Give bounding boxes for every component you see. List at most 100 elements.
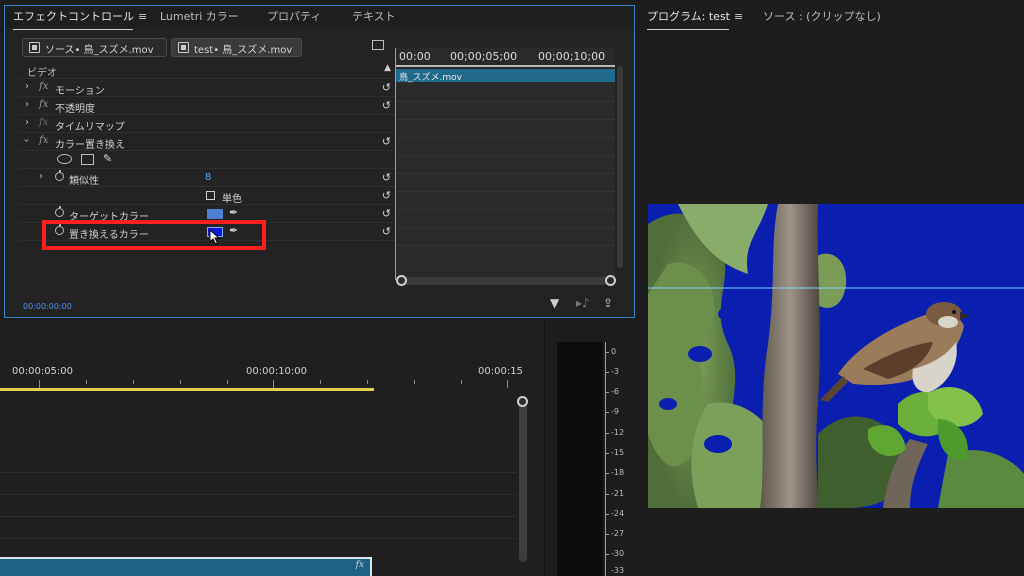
reset-icon[interactable]: ↺	[382, 207, 391, 220]
ruler-tick	[133, 380, 134, 384]
property-similarity: › 類似性 8 ↺	[19, 170, 395, 187]
fx-icon[interactable]: fx	[39, 117, 48, 128]
track-divider	[395, 227, 615, 228]
meter-tick	[605, 453, 609, 454]
mouse-cursor-icon	[209, 229, 221, 245]
meter-label: -9	[611, 407, 619, 416]
rectangle-mask-icon[interactable]	[81, 154, 94, 165]
seq-ruler-label-5: 00:00:05:00	[12, 366, 74, 377]
meter-label: -21	[611, 489, 625, 498]
program-video-frame[interactable]	[648, 204, 1024, 508]
source-clip-tab-label: ソース• 鳥_スズメ.mov	[45, 45, 154, 56]
horizontal-zoom-scrollbar[interactable]	[396, 275, 616, 286]
track-divider	[395, 245, 615, 246]
fx-icon[interactable]: fx	[39, 81, 48, 92]
effect-row-change-color[interactable]: › fx カラー置き換え ↺	[19, 134, 395, 151]
chevron-down-icon[interactable]: ›	[21, 139, 32, 143]
meter-label: -6	[611, 387, 619, 396]
reset-icon[interactable]: ↺	[382, 81, 391, 94]
effect-change-color-label: カラー置き換え	[55, 140, 125, 151]
toggle-timeline-icon[interactable]	[372, 40, 384, 50]
meter-label: -33	[611, 566, 625, 575]
tab-program-monitor[interactable]: プログラム: test ≡	[647, 8, 743, 30]
scroll-handle-top[interactable]	[517, 396, 528, 407]
tab-source-monitor[interactable]: ソース : (クリップなし)	[763, 8, 881, 24]
reset-icon[interactable]: ↺	[382, 135, 391, 148]
chevron-right-icon[interactable]: ›	[25, 99, 29, 110]
timecode-display[interactable]: 00:00:00:00	[23, 302, 72, 311]
ruler-tick	[414, 380, 415, 384]
sequence-clip-icon	[178, 42, 189, 53]
filter-icon[interactable]: ▼	[550, 296, 559, 310]
scroll-handle-left[interactable]	[396, 275, 407, 286]
tab-properties[interactable]: プロパティ	[267, 8, 321, 24]
export-icon[interactable]: ⇪	[603, 296, 613, 310]
meter-label: -30	[611, 549, 625, 558]
similarity-label: 類似性	[69, 176, 99, 187]
effect-row-motion[interactable]: › fx モーション ↺	[19, 80, 395, 97]
meter-label: -3	[611, 367, 619, 376]
sequence-timeline-panel: 00:00:05:00 00:00:10:00 00:00:15 fx	[0, 322, 545, 576]
reset-icon[interactable]: ↺	[382, 225, 391, 238]
effect-row-time-remap[interactable]: › fx タイムリマップ	[19, 116, 395, 133]
meter-label: -24	[611, 509, 625, 518]
meter-tick	[605, 372, 609, 373]
ruler-tick	[273, 380, 274, 388]
reset-icon[interactable]: ↺	[382, 171, 391, 184]
track-divider	[395, 155, 615, 156]
ruler-tick	[320, 380, 321, 384]
effect-opacity-label: 不透明度	[55, 104, 95, 115]
fx-icon[interactable]: fx	[39, 135, 48, 146]
effect-motion-label: モーション	[55, 86, 105, 97]
scroll-handle-right[interactable]	[605, 275, 616, 286]
target-color-swatch[interactable]	[207, 209, 223, 219]
meter-label: -18	[611, 468, 625, 477]
audio-meter-bar	[557, 342, 603, 576]
track-divider	[395, 191, 615, 192]
effect-controls-panel: エフェクトコントロール ≡ Lumetri カラー プロパティ テキスト ソース•…	[4, 5, 635, 318]
tab-effect-controls-label: エフェクトコントロール	[13, 10, 134, 23]
solid-color-checkbox[interactable]	[206, 191, 215, 200]
effect-timeline-clip[interactable]: 鳥_スズメ.mov	[395, 69, 615, 83]
track-divider	[395, 101, 615, 102]
ruler-label-5: 00;00;05;00	[450, 50, 518, 63]
panel-divider[interactable]	[544, 322, 545, 576]
tab-text[interactable]: テキスト	[352, 8, 396, 24]
track-divider	[0, 516, 517, 517]
sequence-vertical-scrollbar[interactable]	[517, 396, 528, 562]
time-ruler[interactable]	[395, 65, 615, 67]
eyedropper-icon[interactable]: ✒	[229, 206, 238, 219]
seq-ruler-label-15: 00:00:15	[478, 366, 523, 377]
fx-icon[interactable]: fx	[39, 99, 48, 110]
chevron-right-icon[interactable]: ›	[25, 117, 29, 128]
seq-ruler-label-10: 00:00:10:00	[246, 366, 308, 377]
collapse-up-icon[interactable]: ▲	[384, 63, 391, 73]
solid-color-label: 単色	[222, 194, 242, 205]
work-area-bar[interactable]	[0, 388, 374, 391]
panel-menu-icon[interactable]: ≡	[138, 10, 147, 23]
stopwatch-icon[interactable]	[55, 170, 64, 181]
tab-effect-controls[interactable]: エフェクトコントロール ≡	[13, 8, 147, 30]
chevron-right-icon[interactable]: ›	[25, 81, 29, 92]
reset-icon[interactable]: ↺	[382, 99, 391, 112]
stopwatch-icon[interactable]	[55, 206, 64, 217]
similarity-value[interactable]: 8	[205, 172, 211, 183]
reset-icon[interactable]: ↺	[382, 189, 391, 202]
meter-label: -15	[611, 448, 625, 457]
tab-lumetri-color[interactable]: Lumetri カラー	[160, 8, 239, 24]
ruler-tick	[227, 380, 228, 384]
effect-timeline-area[interactable]: 00:00 00;00;05;00 00;00;10;00 鳥_スズメ.mov	[395, 48, 615, 280]
ellipse-mask-icon[interactable]	[57, 154, 72, 164]
sequence-video-clip[interactable]: fx	[0, 557, 372, 576]
playhead[interactable]	[395, 48, 396, 280]
sequence-time-ruler[interactable]	[0, 380, 522, 388]
vertical-scrollbar[interactable]	[617, 66, 623, 268]
ruler-tick	[461, 380, 462, 384]
chevron-right-icon[interactable]: ›	[39, 171, 43, 182]
pen-mask-icon[interactable]: ✎	[103, 152, 112, 165]
panel-menu-icon[interactable]: ≡	[734, 10, 743, 23]
play-audio-icon[interactable]: ▸♪	[576, 296, 590, 310]
sequence-clip-tab[interactable]: test• 鳥_スズメ.mov	[171, 38, 302, 57]
source-clip-tab[interactable]: ソース• 鳥_スズメ.mov	[22, 38, 167, 57]
effect-row-opacity[interactable]: › fx 不透明度 ↺	[19, 98, 395, 115]
